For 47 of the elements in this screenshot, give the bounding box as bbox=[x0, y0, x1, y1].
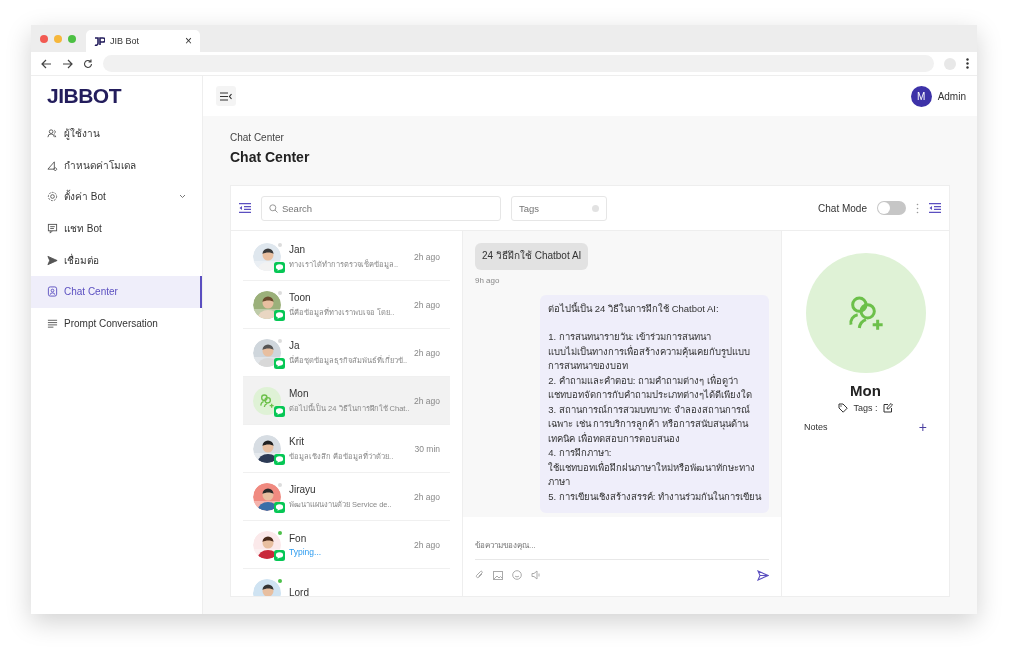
message-time: 9h ago bbox=[475, 275, 500, 285]
contact-name: Mon bbox=[289, 387, 310, 399]
contact-name: Ja bbox=[289, 339, 301, 351]
message-time: 2h ago bbox=[414, 347, 440, 358]
contact-name: Toon bbox=[289, 291, 312, 303]
message-time: 30 min bbox=[414, 443, 440, 454]
message-bubble: ต่อไปนี้เป็น 24 วิธีในการฝึกใช้ Chatbot AI: 1. การสนทนารายวัน: เข้าร่วมการสนทนา แบบไม่เป็นทางการเพื่อสร้างความคุ้นเคยกับรูปแบบ การสนทนาของบอท 2. คำถามและคำตอบ: ถามคำถามต่างๆ เพื่อดูว่า แชทบอทจัดการกับคำถามประเภทต่างๆได้ดีเพียงใด 3. สถานการณ์การสวมบทบาท: จำลองสถานการณ์ เฉพาะ เช่น การบริการลูกค้า หรือการสนับสนุนด้าน เทคนิค เพื่อทดสอบการตอบสนอง 4. การฝึกภาษา: ใช้แชทบอทเพื่อฝึกฝนภาษาใหม่หรือพัฒนาทักษะทาง ภาษา 5. การเขียนเชิงสร้างสรรค์: ทำงานร่วมกันในการเขียน bbox=[540, 294, 769, 513]
user-name[interactable]: Admin bbox=[937, 90, 966, 102]
sidebar-item[interactable]: กำหนดค่าโมเดล bbox=[31, 149, 202, 182]
logo: JIBBOT bbox=[46, 83, 121, 109]
contact-name: Fon bbox=[289, 532, 308, 544]
page-title: Chat Center bbox=[230, 149, 311, 165]
search-input[interactable]: Search bbox=[282, 202, 493, 214]
contact-item[interactable]: Fon Typing... 2h ago bbox=[243, 521, 450, 569]
message-input[interactable]: ข้อความของคุณ... bbox=[475, 531, 769, 560]
tab-close-button[interactable]: × bbox=[185, 34, 192, 48]
contact-item[interactable]: Lord bbox=[243, 569, 450, 596]
chat-mode-label: Chat Mode bbox=[818, 202, 867, 214]
tab-title: JIB Bot bbox=[110, 36, 140, 46]
search-field[interactable]: Search bbox=[261, 195, 501, 221]
sidebar-item[interactable]: ตั้งค่า Bot bbox=[31, 181, 202, 213]
sidebar-item[interactable]: Prompt Conversation bbox=[31, 307, 202, 340]
add-note-button[interactable]: + bbox=[918, 421, 927, 433]
breadcrumb: Chat Center bbox=[230, 132, 285, 143]
sidebar-item[interactable]: เชื่อมต่อ bbox=[31, 244, 202, 276]
sidebar-item[interactable]: Chat Center bbox=[31, 275, 202, 308]
user-avatar[interactable]: M bbox=[910, 85, 932, 107]
message-time: 2h ago bbox=[414, 299, 440, 310]
message-time: 2h ago bbox=[414, 251, 440, 262]
contact-name: Krit bbox=[289, 435, 305, 447]
message-bubble: 24 วิธีฝึกใช้ Chatbot AI bbox=[475, 243, 589, 270]
contact-name: Lord bbox=[289, 587, 310, 596]
message-composer[interactable]: ข้อความของคุณ... bbox=[463, 517, 781, 596]
notes-label: Notes bbox=[804, 422, 828, 432]
tags-label: Tags : bbox=[853, 403, 878, 413]
message-time: 2h ago bbox=[414, 395, 440, 406]
sidebar-item[interactable]: ผู้ใช้งาน bbox=[31, 118, 202, 150]
tags-field[interactable]: Tags bbox=[511, 195, 607, 221]
message-preview: Typing... bbox=[289, 546, 323, 557]
contact-name: Jan bbox=[289, 243, 307, 255]
message-time: 2h ago bbox=[414, 491, 440, 502]
contact-name: Mon bbox=[850, 382, 881, 399]
contact-name: Jirayu bbox=[289, 483, 317, 495]
message-time: 2h ago bbox=[414, 539, 440, 550]
sidebar-item[interactable]: แชท Bot bbox=[31, 212, 202, 245]
browser-tab[interactable]: JIB Bot × bbox=[86, 30, 200, 52]
tags-input[interactable]: Tags bbox=[519, 202, 592, 214]
